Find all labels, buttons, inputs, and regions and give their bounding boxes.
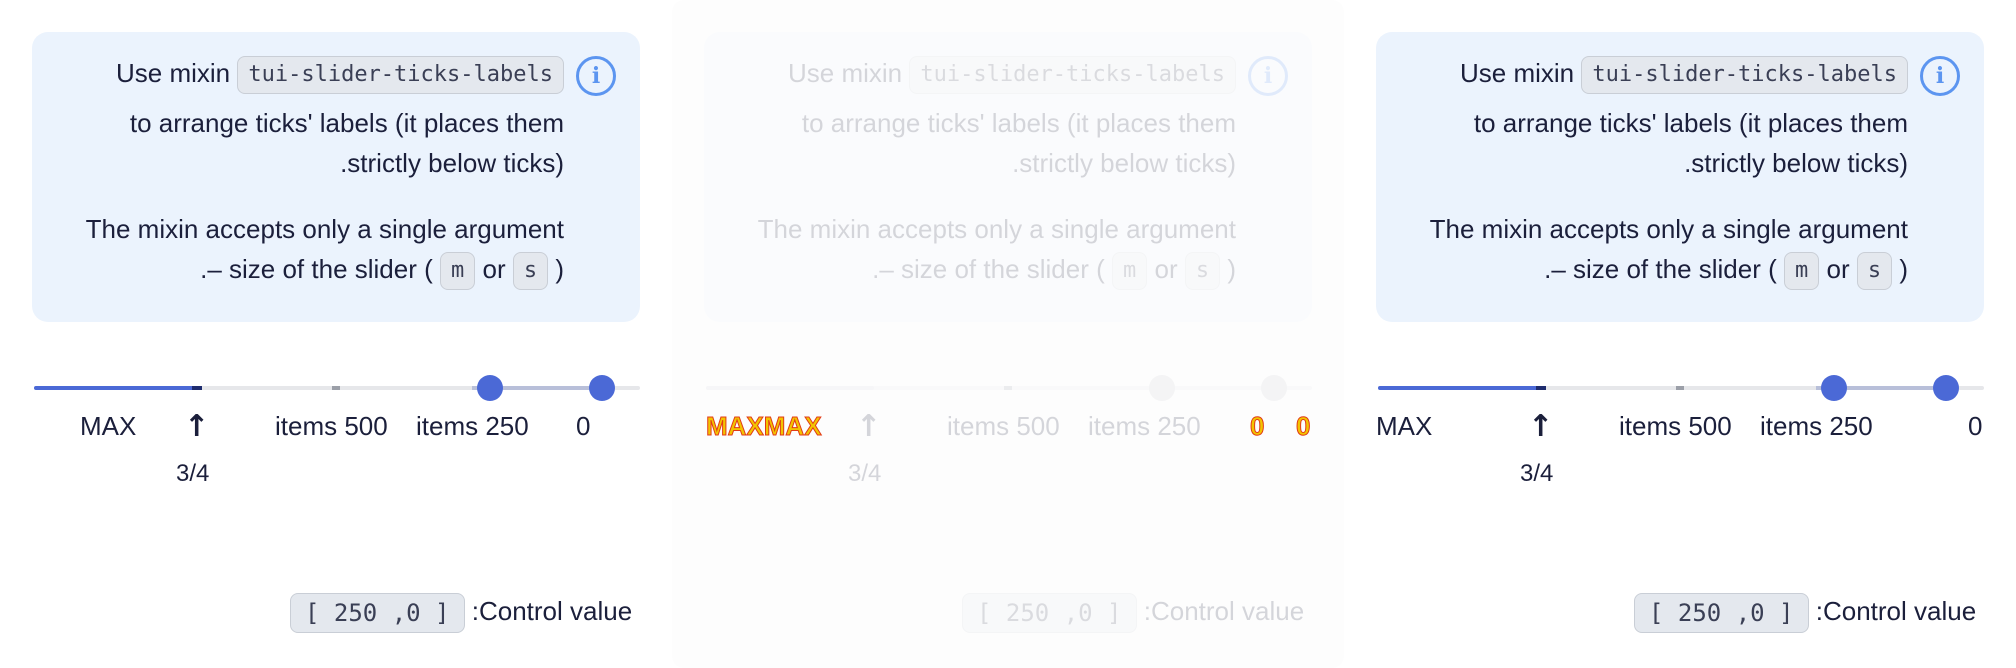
tick-label-items-500: items 500 — [275, 411, 388, 441]
size-s-code: s — [512, 252, 549, 291]
size-m-code: m — [1784, 252, 1820, 291]
slider-fill — [34, 386, 202, 390]
size-or-text: or — [482, 254, 506, 284]
tick-label-items-250: items 250 — [1760, 411, 1873, 441]
range-thumb-end[interactable] — [1933, 375, 1959, 401]
info-line-use-mixin: Use mixin tui-slider-ticks-labels — [1459, 56, 1908, 95]
info-line-size: .– size of the slider ( m or s ) — [200, 252, 564, 291]
info-line-size: .– size of the slider ( m or s ) — [872, 252, 1236, 291]
slider-fill — [706, 386, 874, 390]
range-thumb-start[interactable] — [477, 375, 503, 401]
info-line-strictly: .strictly below ticks) — [340, 148, 564, 178]
slider-fill-end — [192, 386, 202, 390]
size-s-code: s — [1184, 252, 1221, 291]
info-line-strictly: .strictly below ticks) — [1012, 148, 1236, 178]
slider-tick — [332, 386, 340, 390]
slider-demo-panel-3: Use mixin tui-slider-ticks-labels to arr… — [1344, 0, 2016, 668]
overflow-label-zero-2: 0 — [1295, 411, 1311, 442]
arrow-up-icon: ↑ — [184, 409, 210, 444]
info-line-arrange: to arrange ticks' labels (it places them — [129, 108, 564, 138]
info-line-arrange: to arrange ticks' labels (it places them — [1473, 108, 1908, 138]
mixin-name-code: tui-slider-ticks-labels — [237, 56, 564, 95]
arrow-up-icon: ↑ — [856, 409, 882, 444]
control-value-label: :Control value — [1143, 596, 1305, 626]
slider-tick — [1004, 386, 1012, 390]
range-thumb-end — [1261, 375, 1287, 401]
size-m-code: m — [1112, 252, 1148, 291]
slider-demo-panel-2: Use mixin tui-slider-ticks-labels to arr… — [672, 0, 1344, 668]
use-mixin-text: Use mixin — [787, 58, 903, 88]
size-suffix-text: ) — [555, 254, 564, 284]
size-prefix-text: .– size of the slider ( — [872, 254, 1105, 284]
size-suffix-text: ) — [1227, 254, 1236, 284]
range-thumb-start — [1149, 375, 1175, 401]
info-line-accepts: The mixin accepts only a single argument — [85, 214, 564, 244]
info-notification: Use mixin tui-slider-ticks-labels to arr… — [32, 32, 640, 322]
info-icon[interactable]: i — [576, 56, 616, 96]
control-value-row: [ 250 ,0 ] :Control value — [962, 590, 1305, 634]
use-mixin-text: Use mixin — [1459, 58, 1575, 88]
slider-fill — [1378, 386, 1546, 390]
info-line-size: .– size of the slider ( m or s ) — [1544, 252, 1908, 291]
size-suffix-text: ) — [1899, 254, 1908, 284]
info-line-accepts: The mixin accepts only a single argument — [757, 214, 1236, 244]
info-line-accepts: The mixin accepts only a single argument — [1429, 214, 1908, 244]
info-line-use-mixin: Use mixin tui-slider-ticks-labels — [115, 56, 564, 95]
control-value-code: [ 250 ,0 ] — [962, 593, 1137, 634]
overflow-label-zero-1: 0 — [1249, 411, 1265, 442]
info-icon: i — [1248, 56, 1288, 96]
info-icon[interactable]: i — [1920, 56, 1960, 96]
slider-tick — [1676, 386, 1684, 390]
tick-label-items-250: items 250 — [416, 411, 529, 441]
control-value-code: [ 250 ,0 ] — [1634, 593, 1809, 634]
tick-label-max: MAX — [80, 411, 137, 441]
tick-label-items-500: items 500 — [1619, 411, 1732, 441]
info-line-arrange: to arrange ticks' labels (it places them — [801, 108, 1236, 138]
size-or-text: or — [1826, 254, 1850, 284]
tick-label-three-quarters: 3/4 — [1520, 460, 1554, 487]
size-prefix-text: .– size of the slider ( — [1544, 254, 1777, 284]
info-notification: Use mixin tui-slider-ticks-labels to arr… — [704, 32, 1312, 322]
control-value-label: :Control value — [471, 596, 633, 626]
tick-label-items-250: items 250 — [1088, 411, 1201, 441]
arrow-up-icon: ↑ — [1528, 409, 1554, 444]
tick-label-items-500: items 500 — [947, 411, 1060, 441]
control-value-label: :Control value — [1815, 596, 1977, 626]
info-notification: Use mixin tui-slider-ticks-labels to arr… — [1376, 32, 1984, 322]
tick-label-zero: 0 — [1968, 411, 1983, 441]
tick-label-three-quarters: 3/4 — [176, 460, 210, 487]
mixin-name-code: tui-slider-ticks-labels — [1581, 56, 1908, 95]
range-thumb-end[interactable] — [589, 375, 615, 401]
control-value-row: [ 250 ,0 ] :Control value — [1634, 590, 1977, 634]
tick-label-three-quarters: 3/4 — [848, 460, 882, 487]
control-value-row: [ 250 ,0 ] :Control value — [290, 590, 633, 634]
control-value-code: [ 250 ,0 ] — [290, 593, 465, 634]
info-line-use-mixin: Use mixin tui-slider-ticks-labels — [787, 56, 1236, 95]
slider-demo-panel-1: Use mixin tui-slider-ticks-labels to arr… — [0, 0, 672, 668]
mixin-name-code: tui-slider-ticks-labels — [909, 56, 1236, 95]
slider-fill-end — [1536, 386, 1546, 390]
size-s-code: s — [1856, 252, 1893, 291]
tick-label-zero: 0 — [576, 411, 591, 441]
size-m-code: m — [440, 252, 476, 291]
size-or-text: or — [1154, 254, 1178, 284]
overflow-label-maxmax: MAXMAX — [706, 411, 823, 442]
use-mixin-text: Use mixin — [115, 58, 231, 88]
size-prefix-text: .– size of the slider ( — [200, 254, 433, 284]
info-line-strictly: .strictly below ticks) — [1684, 148, 1908, 178]
range-thumb-start[interactable] — [1821, 375, 1847, 401]
tick-label-max: MAX — [1376, 411, 1433, 441]
